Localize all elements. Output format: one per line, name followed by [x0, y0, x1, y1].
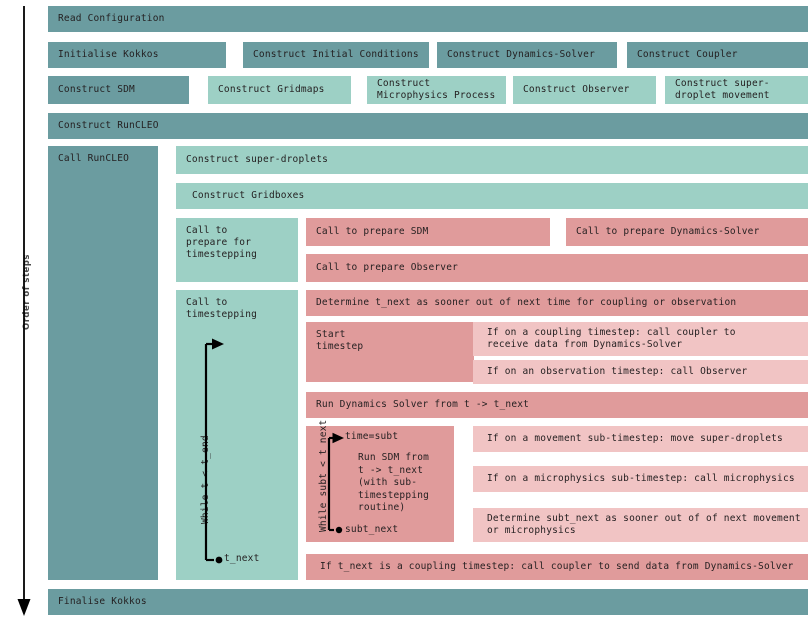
- step-construct-runcleo: Construct RunCLEO: [48, 113, 808, 139]
- step-initialise-kokkos: Initialise Kokkos: [48, 42, 226, 68]
- substepping-time-eq-subt-label: time=subt: [345, 431, 399, 442]
- step-construct-gridboxes-label: Construct Gridboxes: [192, 190, 305, 201]
- step-construct-sdm-label: Construct SDM: [58, 84, 135, 95]
- step-construct-coupler-label: Construct Coupler: [637, 49, 738, 60]
- step-start-timestep-label: Start timestep: [316, 329, 364, 352]
- step-prepare-observer: Call to prepare Observer: [306, 254, 808, 282]
- step-construct-runcleo-label: Construct RunCLEO: [58, 120, 159, 131]
- step-prepare-sdm: Call to prepare SDM: [306, 218, 550, 246]
- step-construct-dynamics-solver-label: Construct Dynamics-Solver: [447, 49, 595, 60]
- step-coupling-receive-label: If on a coupling timestep: call coupler …: [487, 327, 736, 350]
- step-call-timestepping: Call to timestepping: [176, 290, 298, 580]
- step-construct-coupler: Construct Coupler: [627, 42, 808, 68]
- step-determine-subt-next: Determine subt_next as sooner out of of …: [473, 508, 808, 542]
- substepping-subt-next-label: subt_next: [345, 524, 399, 535]
- step-movement-substep-label: If on a movement sub-timestep: move supe…: [487, 433, 783, 444]
- flowchart-canvas: Order of steps Read Configuration Initia…: [0, 0, 812, 624]
- step-construct-microphysics-process-label: Construct Microphysics Process: [377, 78, 496, 101]
- step-prepare-sdm-label: Call to prepare SDM: [316, 226, 429, 237]
- step-initialise-kokkos-label: Initialise Kokkos: [58, 49, 159, 60]
- step-determine-subt-next-label: Determine subt_next as sooner out of of …: [487, 513, 801, 536]
- step-coupling-receive: If on a coupling timestep: call coupler …: [473, 322, 808, 356]
- step-microphysics-substep: If on a microphysics sub-timestep: call …: [473, 466, 808, 492]
- step-construct-observer-label: Construct Observer: [523, 84, 630, 95]
- step-construct-gridmaps: Construct Gridmaps: [208, 76, 351, 104]
- step-determine-t-next-label: Determine t_next as sooner out of next t…: [316, 297, 737, 308]
- step-call-timestepping-label: Call to timestepping: [186, 297, 258, 320]
- step-finalise-kokkos-label: Finalise Kokkos: [58, 596, 147, 607]
- step-construct-superdroplet-movement: Construct super- droplet movement: [665, 76, 808, 104]
- step-observation-observer: If on an observation timestep: call Obse…: [473, 360, 808, 384]
- substepping-run-sdm-label: Run SDM from t -> t_next (with sub- time…: [358, 452, 430, 513]
- step-call-runcleo: Call RunCLEO: [48, 146, 158, 580]
- step-run-dynamics-solver: Run Dynamics Solver from t -> t_next: [306, 392, 808, 418]
- step-observation-observer-label: If on an observation timestep: call Obse…: [487, 366, 748, 377]
- step-finalise-kokkos: Finalise Kokkos: [48, 589, 808, 615]
- step-prepare-dynamics-solver: Call to prepare Dynamics-Solver: [566, 218, 808, 246]
- step-construct-gridmaps-label: Construct Gridmaps: [218, 84, 325, 95]
- step-coupling-send: If t_next is a coupling timestep: call c…: [306, 554, 808, 580]
- step-call-prepare-timestepping: Call to prepare for timestepping: [176, 218, 298, 282]
- step-construct-sdm: Construct SDM: [48, 76, 189, 104]
- step-construct-superdroplet-movement-label: Construct super- droplet movement: [675, 78, 770, 101]
- step-run-dynamics-solver-label: Run Dynamics Solver from t -> t_next: [316, 399, 530, 410]
- step-call-prepare-timestepping-label: Call to prepare for timestepping: [186, 225, 258, 260]
- step-construct-observer: Construct Observer: [513, 76, 656, 104]
- step-determine-t-next: Determine t_next as sooner out of next t…: [306, 290, 808, 316]
- step-read-configuration-label: Read Configuration: [58, 13, 165, 24]
- step-microphysics-substep-label: If on a microphysics sub-timestep: call …: [487, 473, 795, 484]
- step-read-configuration: Read Configuration: [48, 6, 808, 32]
- step-coupling-send-label: If t_next is a coupling timestep: call c…: [320, 561, 794, 572]
- outer-loop-t-next-label: t_next: [224, 553, 260, 564]
- step-construct-super-droplets-label: Construct super-droplets: [186, 154, 329, 165]
- order-of-steps-label: Order of steps: [22, 254, 32, 330]
- step-start-timestep: Start timestep: [306, 322, 474, 382]
- step-construct-super-droplets: Construct super-droplets: [176, 146, 808, 174]
- step-construct-microphysics-process: Construct Microphysics Process: [367, 76, 506, 104]
- step-movement-substep: If on a movement sub-timestep: move supe…: [473, 426, 808, 452]
- step-construct-initial-conditions-label: Construct Initial Conditions: [253, 49, 419, 60]
- step-construct-gridboxes: Construct Gridboxes: [176, 183, 808, 209]
- step-construct-dynamics-solver: Construct Dynamics-Solver: [437, 42, 617, 68]
- while-subt-label: While subt < t_next: [318, 419, 329, 532]
- step-prepare-observer-label: Call to prepare Observer: [316, 262, 459, 273]
- while-t-end-label: While t < t_end: [200, 435, 211, 524]
- step-call-runcleo-label: Call RunCLEO: [58, 153, 130, 164]
- step-prepare-dynamics-solver-label: Call to prepare Dynamics-Solver: [576, 226, 760, 237]
- step-construct-initial-conditions: Construct Initial Conditions: [243, 42, 429, 68]
